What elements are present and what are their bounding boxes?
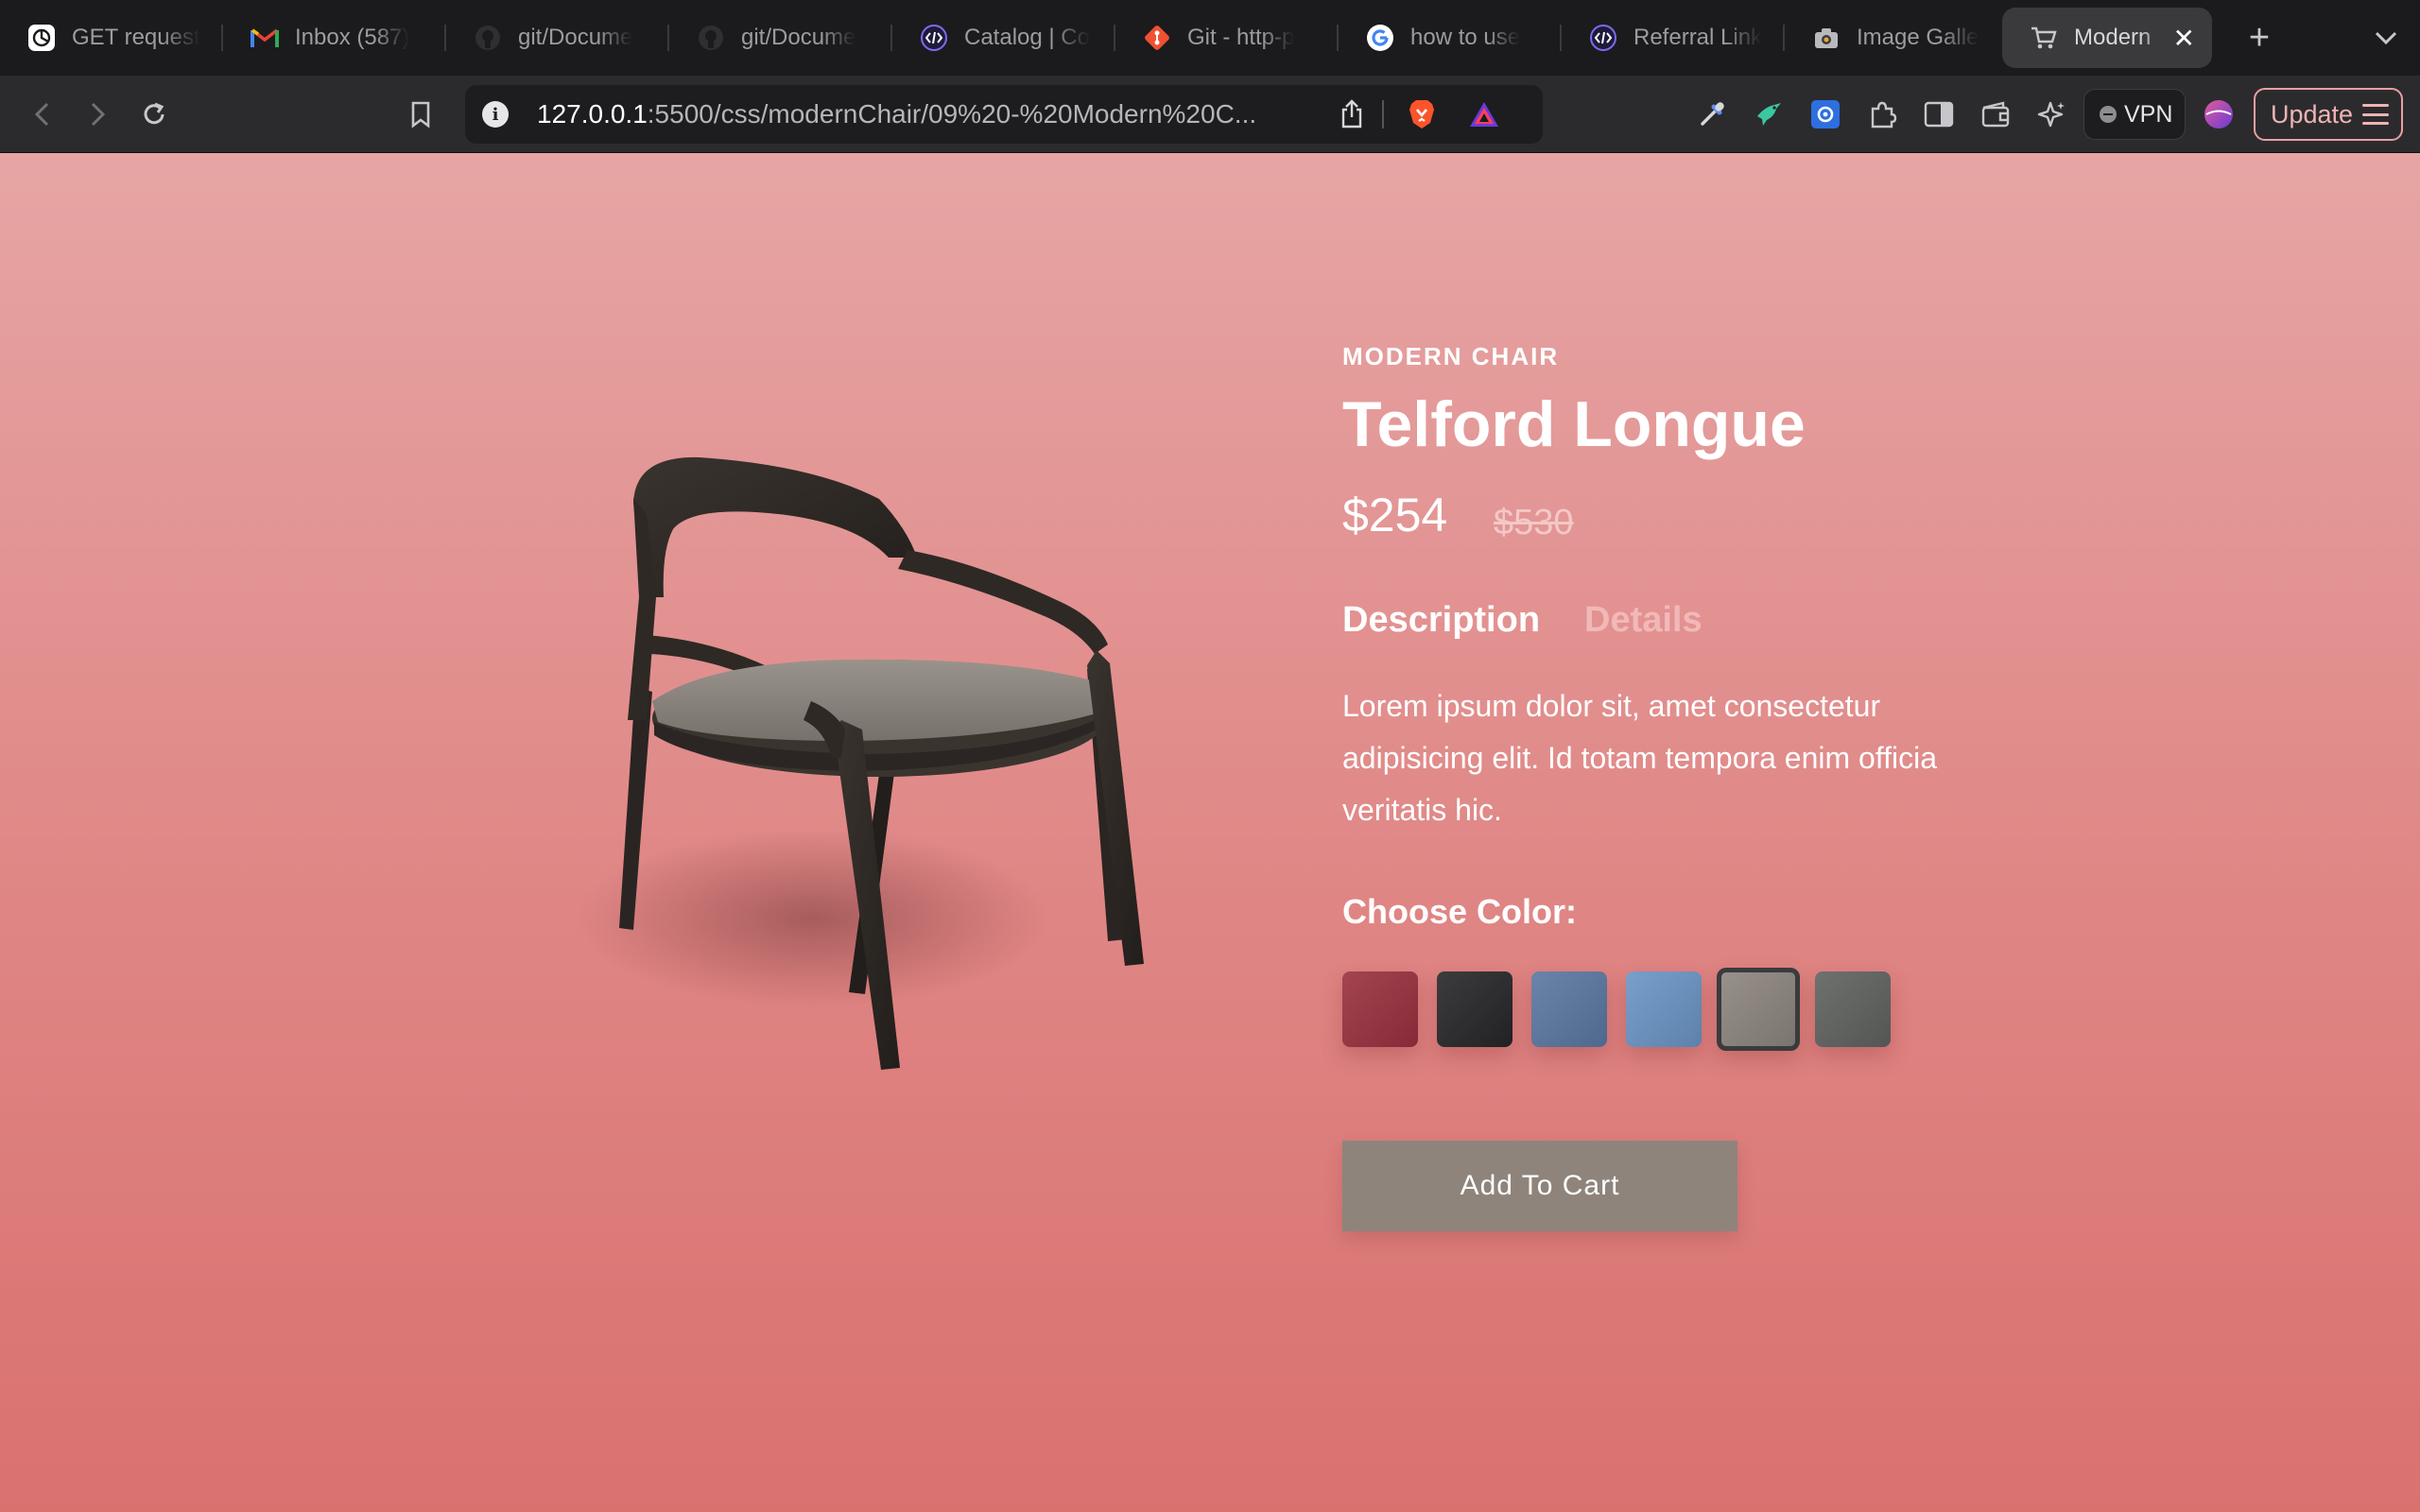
extensions-puzzle-icon[interactable] bbox=[1862, 94, 1902, 134]
site-info-icon[interactable]: i bbox=[482, 101, 509, 128]
browser-tab[interactable]: Referral Link bbox=[1562, 8, 1785, 68]
browser-tab[interactable]: Inbox (587) bbox=[223, 8, 446, 68]
tab-label: Git - http-p bbox=[1187, 25, 1295, 50]
browser-tab[interactable]: how to use bbox=[1339, 8, 1562, 68]
product-page: MODERN CHAIR Telford Longue $254 $530 De… bbox=[0, 153, 2420, 1512]
browser-tab[interactable]: GET request bbox=[0, 8, 223, 68]
browser-tab[interactable]: git/Docume bbox=[669, 8, 892, 68]
choose-color-label: Choose Color: bbox=[1342, 892, 1577, 931]
share-icon[interactable] bbox=[1335, 97, 1369, 131]
tab-label: how to use bbox=[1410, 25, 1521, 50]
tab-label: Image Galle bbox=[1857, 25, 1979, 50]
browser-tab[interactable]: Git - http-p bbox=[1115, 8, 1339, 68]
color-swatch-denim[interactable] bbox=[1531, 971, 1607, 1047]
color-swatch-burgundy[interactable] bbox=[1342, 971, 1418, 1047]
sidebar-toggle-icon[interactable] bbox=[1919, 94, 1959, 134]
add-to-cart-button[interactable]: Add To Cart bbox=[1342, 1141, 1737, 1231]
profile-avatar-icon[interactable] bbox=[2199, 94, 2238, 134]
product-title: Telford Longue bbox=[1342, 388, 1806, 460]
tab-label: git/Docume bbox=[518, 25, 633, 50]
browser-tab[interactable]: git/Docume bbox=[446, 8, 669, 68]
browser-tab-active[interactable]: Modern ✕ bbox=[2002, 8, 2212, 68]
eyedropper-icon[interactable] bbox=[1692, 94, 1732, 134]
forward-arrow-icon[interactable] bbox=[78, 94, 117, 134]
gmail-icon bbox=[250, 23, 280, 53]
github-icon bbox=[696, 23, 726, 53]
tab-list-chevron-icon[interactable] bbox=[2363, 13, 2409, 62]
tab-details[interactable]: Details bbox=[1584, 600, 1703, 641]
color-swatch-light-blue[interactable] bbox=[1626, 971, 1702, 1047]
tab-label: git/Docume bbox=[741, 25, 856, 50]
brave-rewards-icon[interactable] bbox=[1467, 97, 1501, 131]
code-icon bbox=[919, 23, 949, 53]
current-price: $254 bbox=[1342, 489, 1448, 541]
vpn-label: VPN bbox=[2124, 100, 2173, 128]
color-swatch-black[interactable] bbox=[1437, 971, 1512, 1047]
menu-hamburger-icon bbox=[2362, 104, 2390, 125]
back-arrow-icon[interactable] bbox=[23, 94, 62, 134]
tab-label: Catalog | Co bbox=[964, 25, 1090, 50]
update-button[interactable]: Update bbox=[2254, 88, 2403, 141]
tab-label: GET request bbox=[72, 25, 200, 50]
ai-sparkle-icon[interactable] bbox=[2032, 94, 2072, 134]
tab-label: Inbox (587) bbox=[295, 25, 410, 50]
url-text[interactable]: 127.0.0.1:5500/css/modernChair/09%20-%20… bbox=[537, 99, 1256, 129]
color-swatch-grey[interactable] bbox=[1815, 971, 1891, 1047]
color-swatch-taupe[interactable] bbox=[1717, 968, 1800, 1051]
new-tab-button[interactable]: + bbox=[2233, 11, 2286, 64]
browser-tab[interactable]: Image Galle bbox=[1785, 8, 2002, 68]
url-divider bbox=[1382, 100, 1384, 129]
tab-label: Modern bbox=[2074, 25, 2152, 50]
camera-icon bbox=[1811, 23, 1841, 53]
tab-description[interactable]: Description bbox=[1342, 600, 1540, 641]
code-icon bbox=[1588, 23, 1618, 53]
extension-gear-icon[interactable] bbox=[1806, 94, 1845, 134]
reload-icon[interactable] bbox=[134, 94, 174, 134]
chatgpt-icon bbox=[26, 23, 57, 53]
bookmark-icon[interactable] bbox=[401, 94, 441, 134]
github-icon bbox=[473, 23, 503, 53]
brave-shields-icon[interactable] bbox=[1405, 97, 1439, 131]
browser-tab[interactable]: Catalog | Co bbox=[892, 8, 1115, 68]
hummingbird-icon[interactable] bbox=[1749, 94, 1789, 134]
wallet-icon[interactable] bbox=[1976, 94, 2015, 134]
cart-icon bbox=[2029, 23, 2059, 53]
product-category: MODERN CHAIR bbox=[1342, 342, 1560, 370]
address-bar[interactable]: i 127.0.0.1:5500/css/modernChair/09%20-%… bbox=[465, 85, 1543, 144]
update-label: Update bbox=[2271, 99, 2354, 129]
chair-product-image bbox=[577, 456, 1144, 1070]
git-icon bbox=[1142, 23, 1172, 53]
browser-toolbar: i 127.0.0.1:5500/css/modernChair/09%20-%… bbox=[0, 76, 2420, 153]
product-description: Lorem ipsum dolor sit, amet consectetur … bbox=[1342, 689, 1938, 827]
tab-strip: GET request Inbox (587) git/Docume git/D… bbox=[0, 0, 2420, 76]
tab-label: Referral Link bbox=[1634, 25, 1763, 50]
google-icon bbox=[1365, 23, 1395, 53]
vpn-button[interactable]: VPN bbox=[2083, 89, 2186, 140]
original-price: $530 bbox=[1494, 503, 1574, 542]
vpn-status-icon bbox=[2100, 106, 2117, 123]
close-tab-icon[interactable]: ✕ bbox=[2173, 23, 2195, 54]
